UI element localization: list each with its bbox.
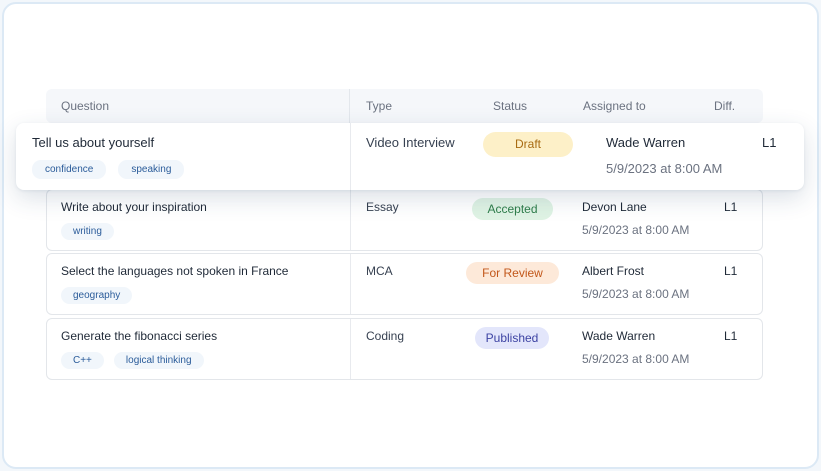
assigned-date: 5/9/2023 at 8:00 AM bbox=[582, 223, 690, 237]
column-divider bbox=[350, 123, 351, 190]
tag-list: C++ logical thinking bbox=[61, 352, 204, 369]
tag-chip[interactable]: C++ bbox=[61, 352, 104, 369]
tag-list: writing bbox=[61, 223, 114, 240]
tag-chip[interactable]: geography bbox=[61, 287, 133, 304]
question-type: Video Interview bbox=[366, 135, 455, 150]
question-text: Select the languages not spoken in Franc… bbox=[61, 264, 289, 278]
highlighted-row-card[interactable]: Tell us about yourself confidence speaki… bbox=[16, 123, 804, 190]
question-type: MCA bbox=[366, 264, 393, 278]
difficulty-level: L1 bbox=[724, 264, 738, 278]
tag-list: confidence speaking bbox=[32, 160, 185, 179]
difficulty-level: L1 bbox=[762, 135, 777, 150]
assigned-date: 5/9/2023 at 8:00 AM bbox=[606, 161, 723, 176]
assigned-date: 5/9/2023 at 8:00 AM bbox=[582, 352, 690, 366]
status-badge: Published bbox=[475, 327, 549, 349]
column-header-question[interactable]: Question bbox=[61, 99, 109, 113]
table-header: Question Type Status Assigned to Diff. bbox=[46, 89, 763, 123]
question-type: Coding bbox=[366, 329, 405, 343]
column-header-assigned-to[interactable]: Assigned to bbox=[583, 99, 646, 113]
status-badge: Draft bbox=[483, 132, 573, 157]
difficulty-level: L1 bbox=[724, 200, 738, 214]
table-row[interactable]: Write about your inspiration writing Ess… bbox=[46, 189, 763, 251]
question-text: Tell us about yourself bbox=[32, 135, 155, 150]
assignee-name: Wade Warren bbox=[606, 135, 686, 150]
table-row[interactable]: Select the languages not spoken in Franc… bbox=[46, 253, 763, 315]
tag-chip[interactable]: speaking bbox=[118, 160, 185, 179]
status-badge: Accepted bbox=[472, 198, 553, 220]
table-row[interactable]: Generate the fibonacci series C++ logica… bbox=[46, 318, 763, 380]
column-divider bbox=[350, 190, 351, 250]
question-text: Write about your inspiration bbox=[61, 200, 207, 214]
column-header-type[interactable]: Type bbox=[366, 99, 392, 113]
tag-chip[interactable]: logical thinking bbox=[113, 352, 204, 369]
question-text: Generate the fibonacci series bbox=[61, 329, 218, 343]
column-divider bbox=[350, 319, 351, 379]
assignee-name: Devon Lane bbox=[582, 200, 647, 214]
column-divider bbox=[350, 254, 351, 314]
column-divider bbox=[349, 89, 350, 123]
tag-chip[interactable]: writing bbox=[61, 223, 114, 240]
tag-chip[interactable]: confidence bbox=[32, 160, 107, 179]
tag-list: geography bbox=[61, 287, 133, 304]
column-header-status[interactable]: Status bbox=[493, 99, 527, 113]
assignee-name: Albert Frost bbox=[582, 264, 645, 278]
question-type: Essay bbox=[366, 200, 399, 214]
assigned-date: 5/9/2023 at 8:00 AM bbox=[582, 287, 690, 301]
assignee-name: Wade Warren bbox=[582, 329, 656, 343]
column-header-difficulty[interactable]: Diff. bbox=[714, 99, 735, 113]
status-badge: For Review bbox=[466, 262, 559, 284]
difficulty-level: L1 bbox=[724, 329, 738, 343]
